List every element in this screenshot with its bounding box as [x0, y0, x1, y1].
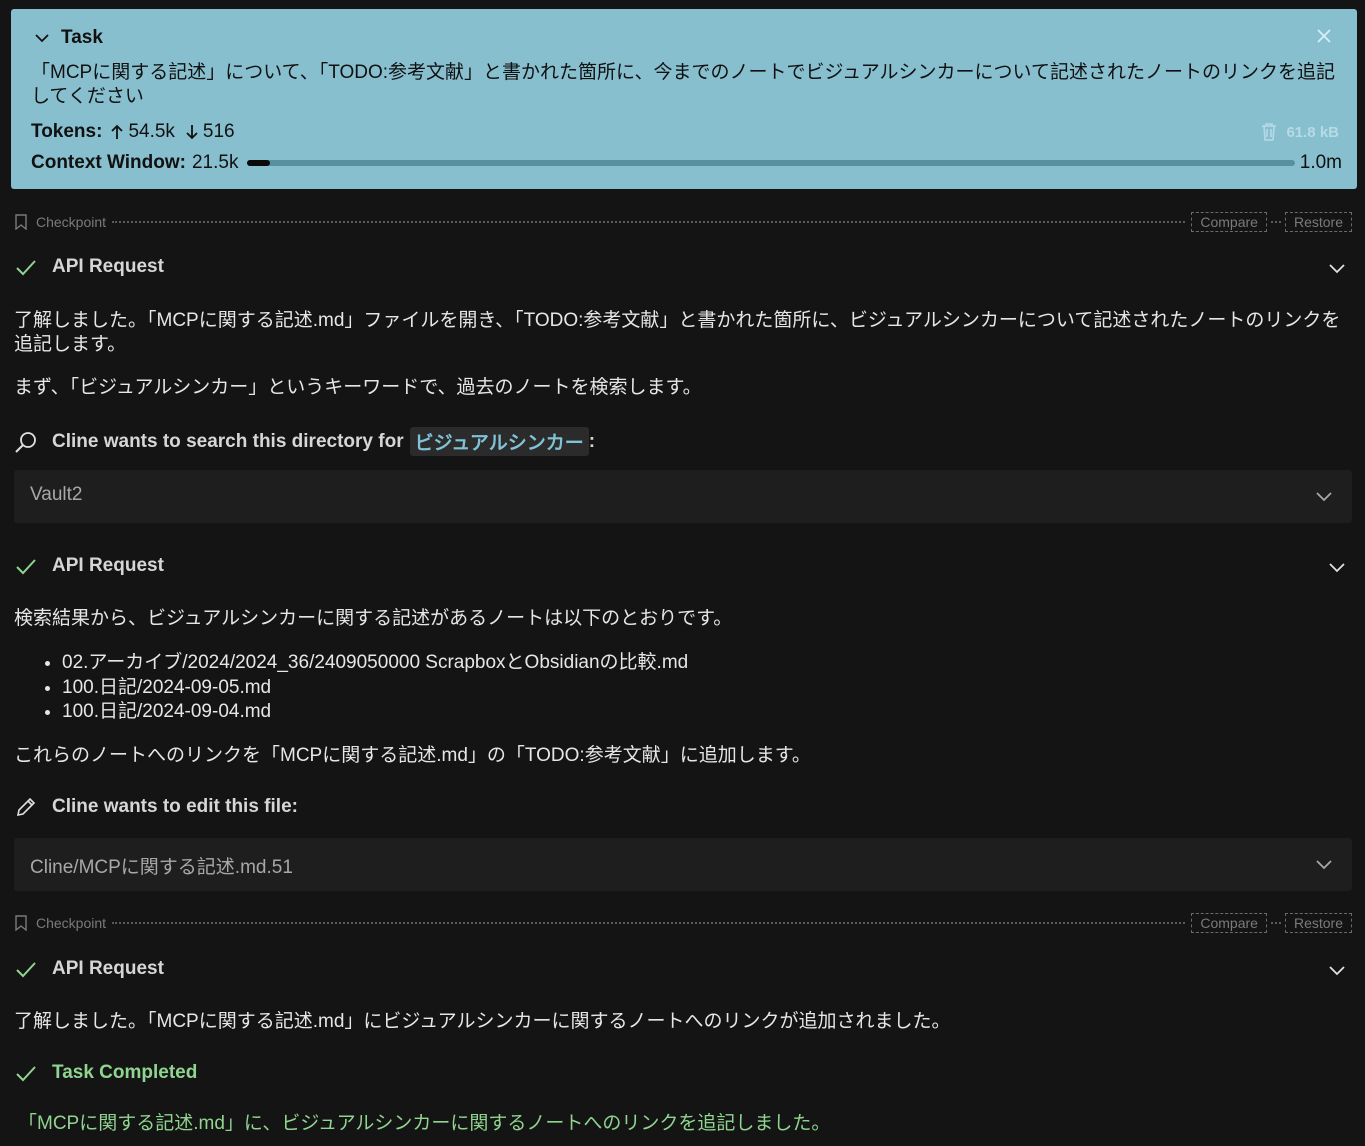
checkpoint-separator — [1270, 922, 1281, 924]
tokens-up: 54.5k — [128, 121, 175, 142]
checkpoint-label: Checkpoint — [36, 214, 107, 230]
check-icon — [16, 260, 36, 276]
checkpoint-row: Checkpoint Compare Restore — [14, 210, 1352, 234]
edit-tool-header: Cline wants to edit this file: — [14, 795, 298, 819]
compare-button[interactable]: Compare — [1191, 212, 1267, 232]
check-icon — [16, 559, 36, 575]
checkpoint-row: Checkpoint Compare Restore — [14, 911, 1352, 935]
pencil-icon — [16, 797, 36, 817]
context-progress-bar — [247, 160, 1295, 166]
task-size[interactable]: 61.8 kB — [1260, 122, 1339, 142]
api-request-label: API Request — [52, 555, 164, 576]
edit-label: Cline wants to edit this file: — [52, 796, 298, 817]
search-term: ビジュアルシンカー — [409, 427, 589, 456]
task-completed-label: Task Completed — [52, 1062, 198, 1083]
arrow-up-icon — [111, 124, 124, 139]
context-used: 21.5k — [191, 152, 239, 173]
chevron-down-icon[interactable] — [1327, 960, 1347, 980]
search-tool-header: Cline wants to search this directory for… — [14, 427, 595, 456]
check-icon — [16, 962, 36, 978]
bookmark-icon — [15, 214, 27, 230]
search-label: Cline wants to search this directory for — [52, 430, 404, 452]
context-progress-fill — [247, 160, 270, 166]
restore-button[interactable]: Restore — [1284, 212, 1352, 232]
context-max: 1.0m — [1299, 152, 1342, 173]
api-request-label: API Request — [52, 256, 164, 277]
chevron-down-icon[interactable] — [1314, 486, 1334, 506]
api-request-header[interactable]: API Request — [14, 554, 164, 578]
trash-icon[interactable] — [1260, 122, 1278, 142]
chevron-down-icon[interactable] — [1327, 557, 1347, 577]
task-completed-header: Task Completed — [14, 1061, 197, 1085]
edit-file-dropdown[interactable]: Cline/MCPに関する記述.md.51 — [14, 838, 1352, 891]
tokens-label: Tokens: — [31, 121, 103, 142]
size-value: 61.8 kB — [1286, 123, 1339, 141]
completion-message: 「MCPに関する記述.md」に、ビジュアルシンカーに関するノートへのリンクを追記… — [18, 1113, 831, 1134]
checkpoint-label: Checkpoint — [36, 915, 107, 931]
context-window: Context Window: 21.5k — [31, 152, 238, 174]
search-directory: Vault2 — [30, 484, 83, 505]
arrow-down-icon — [186, 125, 198, 140]
task-description: 「MCPに関する記述」について、「TODO:参考文献」と書かれた箇所に、今までの… — [31, 62, 1335, 107]
tokens-info: Tokens: 54.5k 516 — [31, 121, 235, 143]
chevron-down-icon[interactable] — [1327, 258, 1347, 278]
checkpoint-separator — [1270, 221, 1281, 223]
context-label: Context Window: — [31, 152, 186, 173]
chevron-down-icon[interactable] — [33, 29, 51, 47]
assistant-message: 検索結果から、ビジュアルシンカーに関する記述があるノートは以下のとおりです。 — [14, 608, 733, 629]
api-request-label: API Request — [52, 958, 164, 979]
search-results-list: 02.アーカイブ/2024/2024_36/2409050000 Scrapbo… — [14, 651, 688, 725]
close-icon[interactable] — [1313, 25, 1335, 47]
search-directory-dropdown[interactable]: Vault2 — [14, 470, 1352, 523]
checkpoint-divider — [112, 221, 1186, 223]
check-icon — [16, 1066, 36, 1082]
assistant-message: これらのノートへのリンクを「MCPに関する記述.md」の「TODO:参考文献」に… — [14, 745, 811, 766]
task-panel: Task 「MCPに関する記述」について、「TODO:参考文献」と書かれた箇所に… — [11, 9, 1357, 189]
checkpoint-divider — [112, 922, 1186, 924]
list-item: 02.アーカイブ/2024/2024_36/2409050000 Scrapbo… — [62, 651, 688, 676]
chevron-down-icon[interactable] — [1314, 854, 1334, 874]
list-item: 100.日記/2024-09-05.md — [62, 676, 688, 701]
api-request-header[interactable]: API Request — [14, 957, 164, 981]
search-icon — [15, 431, 36, 453]
task-header[interactable]: Task — [33, 27, 103, 49]
assistant-message: 了解しました。「MCPに関する記述.md」ファイルを開き、「TODO:参考文献」… — [14, 310, 1341, 355]
assistant-message: 了解しました。「MCPに関する記述.md」にビジュアルシンカーに関するノートへの… — [14, 1011, 951, 1032]
bookmark-icon — [15, 915, 27, 931]
task-title: Task — [61, 27, 103, 48]
assistant-message: まず、「ビジュアルシンカー」というキーワードで、過去のノートを検索します。 — [14, 377, 702, 398]
edit-file-path: Cline/MCPに関する記述.md.51 — [30, 857, 293, 878]
compare-button[interactable]: Compare — [1191, 913, 1267, 933]
search-colon: : — [588, 430, 596, 452]
tokens-down: 516 — [202, 121, 235, 142]
api-request-header[interactable]: API Request — [14, 255, 164, 279]
list-item: 100.日記/2024-09-04.md — [62, 700, 688, 725]
restore-button[interactable]: Restore — [1284, 913, 1352, 933]
